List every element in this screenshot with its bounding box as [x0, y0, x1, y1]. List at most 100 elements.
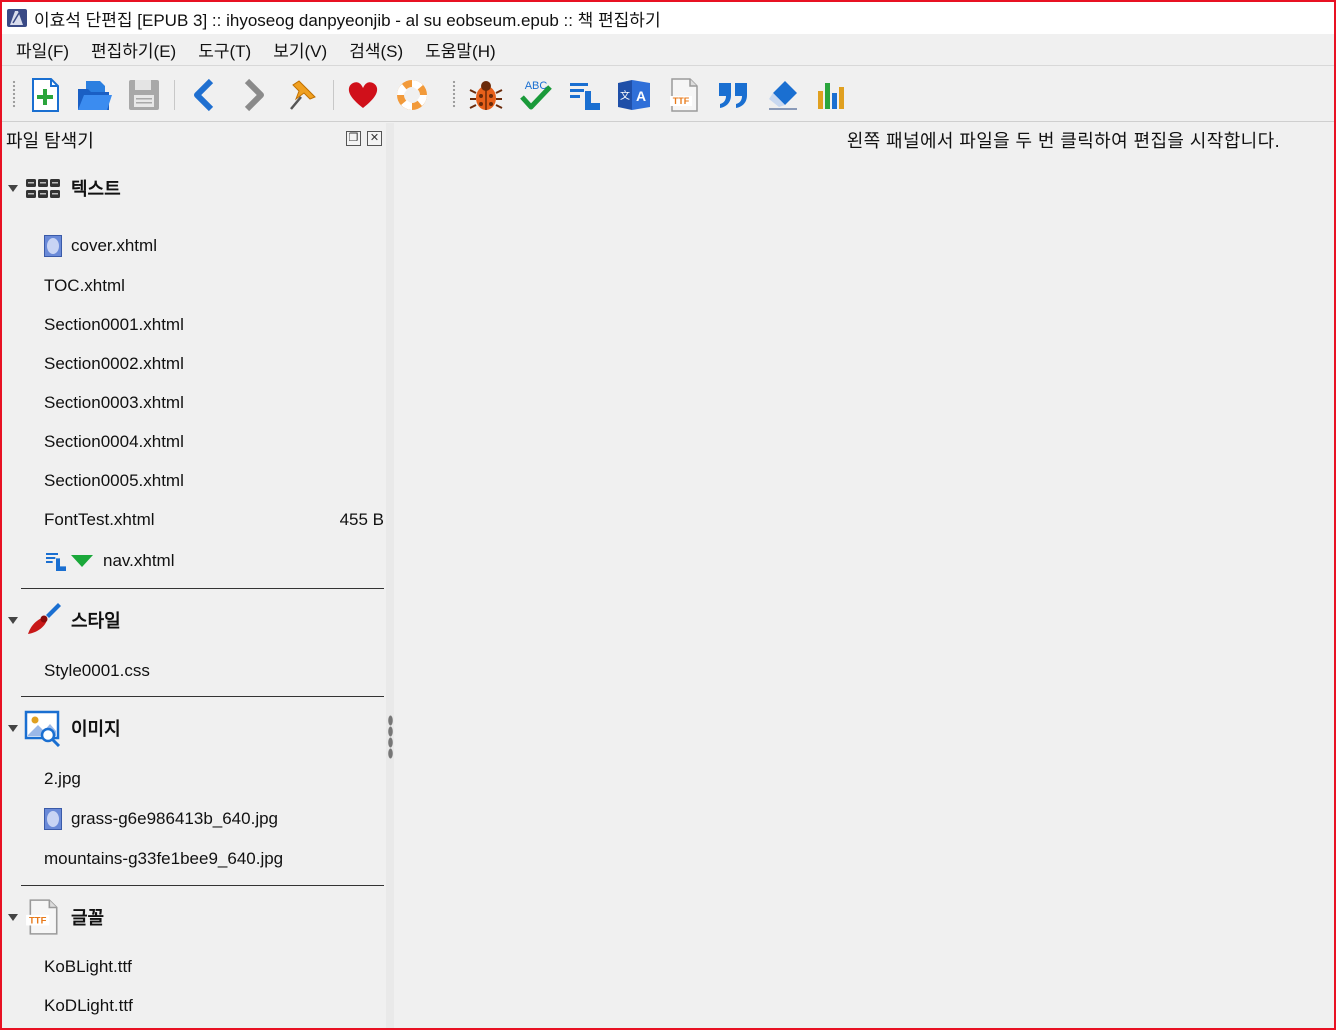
translate-button[interactable]: 文 A	[615, 76, 653, 114]
editor-area: 왼쪽 패널에서 파일을 두 번 클릭하여 편집을 시작합니다.	[394, 123, 1334, 1028]
file-name: Section0001.xhtml	[44, 315, 184, 334]
close-icon: ✕	[369, 132, 380, 144]
toolbar: ABC 文 A TTF	[2, 66, 1334, 122]
file-name: grass-g6e986413b_640.jpg	[71, 809, 279, 828]
cover-image-icon	[44, 808, 62, 830]
file-item[interactable]: grass-g6e986413b_640.jpg	[2, 803, 386, 835]
open-button[interactable]	[75, 76, 113, 114]
bug-icon	[469, 81, 503, 110]
file-item[interactable]: Section0001.xhtml	[2, 309, 386, 341]
lifebuoy-icon	[397, 80, 427, 110]
file-item[interactable]: Section0004.xhtml	[2, 426, 386, 458]
menu-edit[interactable]: 편집하기(E)	[91, 37, 176, 62]
file-item[interactable]: Section0002.xhtml	[2, 348, 386, 380]
clear-button[interactable]	[764, 76, 802, 114]
toolbar-grip[interactable]	[452, 80, 456, 108]
help-button[interactable]	[393, 76, 431, 114]
green-arrow-icon	[71, 555, 93, 567]
forward-arrow-icon	[244, 78, 264, 112]
file-item[interactable]: Section0005.xhtml	[2, 465, 386, 497]
menu-tools[interactable]: 도구(T)	[198, 37, 251, 62]
toc-icon	[570, 83, 600, 110]
file-name: Section0004.xhtml	[44, 432, 184, 451]
menu-view[interactable]: 보기(V)	[273, 37, 327, 62]
restore-icon: ❐	[348, 132, 359, 144]
save-icon	[129, 80, 159, 110]
file-name: nav.xhtml	[103, 551, 175, 570]
float-panel-button[interactable]: ❐	[346, 131, 361, 146]
menu-search[interactable]: 검색(S)	[349, 37, 403, 62]
file-item[interactable]: mountains-g33fe1bee9_640.jpg	[2, 843, 386, 875]
toolbar-grip[interactable]	[12, 80, 16, 108]
file-item[interactable]: KoDLight.ttf	[2, 990, 386, 1022]
group-label: 글꼴	[71, 908, 105, 928]
close-panel-button[interactable]: ✕	[367, 131, 382, 146]
group-fonts[interactable]: TTF 글꼴	[2, 897, 386, 937]
reports-chart-icon	[818, 83, 844, 109]
donate-button[interactable]	[344, 76, 382, 114]
cover-image-icon	[44, 235, 62, 257]
file-name: TOC.xhtml	[44, 276, 125, 295]
file-item[interactable]: 2.jpg	[2, 763, 386, 795]
file-name: Section0005.xhtml	[44, 471, 184, 490]
file-item[interactable]: cover.xhtml	[2, 230, 386, 262]
file-name: KoDLight.ttf	[44, 996, 133, 1015]
file-name: Section0003.xhtml	[44, 393, 184, 412]
menu-help[interactable]: 도움말(H)	[425, 37, 496, 62]
font-button[interactable]: TTF	[665, 76, 703, 114]
file-name: Style0001.css	[44, 661, 150, 680]
toc-button[interactable]	[566, 76, 604, 114]
group-divider	[21, 885, 384, 886]
spellcheck-icon: ABC	[520, 80, 552, 110]
svg-text:TTF: TTF	[29, 915, 47, 926]
app-window: 이효석 단편집 [EPUB 3] :: ihyoseog danpyeonjib…	[0, 0, 1336, 1030]
file-item[interactable]: KoBLight.ttf	[2, 951, 386, 983]
reports-button[interactable]	[813, 76, 851, 114]
group-label: 이미지	[71, 719, 121, 739]
toc-icon	[46, 553, 66, 571]
group-text[interactable]: 텍스트	[2, 168, 386, 208]
open-folder-icon	[78, 81, 112, 110]
file-item[interactable]: Section0003.xhtml	[2, 387, 386, 419]
file-item[interactable]: Style0001.css	[2, 655, 386, 687]
quote-button[interactable]	[714, 76, 752, 114]
pin-button[interactable]	[284, 76, 322, 114]
file-item[interactable]: TOC.xhtml	[2, 270, 386, 302]
expand-arrow-icon[interactable]	[8, 616, 18, 624]
app-logo-icon	[7, 9, 27, 27]
svg-text:A: A	[636, 88, 646, 104]
paintbrush-icon	[28, 603, 61, 634]
group-label: 텍스트	[71, 179, 121, 199]
file-name: 2.jpg	[44, 769, 81, 788]
file-size: 455 B	[339, 510, 384, 529]
new-file-button[interactable]	[26, 76, 64, 114]
file-item[interactable]: FontTest.xhtml 455 B	[2, 504, 386, 536]
text-group-icon	[26, 179, 60, 198]
ttf-font-icon: TTF	[670, 78, 698, 112]
back-button[interactable]	[186, 76, 224, 114]
window-title: 이효석 단편집 [EPUB 3] :: ihyoseog danpyeonjib…	[34, 10, 661, 30]
group-styles[interactable]: 스타일	[2, 600, 386, 640]
back-arrow-icon	[194, 78, 214, 112]
splitter-handle[interactable]	[388, 715, 393, 759]
pin-icon	[290, 80, 316, 110]
save-button[interactable]	[125, 76, 163, 114]
file-name: cover.xhtml	[71, 236, 157, 255]
menu-bar: 파일(F) 편집하기(E) 도구(T) 보기(V) 검색(S) 도움말(H)	[2, 34, 1334, 66]
menu-file[interactable]: 파일(F)	[16, 37, 69, 62]
expand-arrow-icon[interactable]	[8, 184, 18, 192]
toolbar-separator	[174, 80, 175, 110]
new-file-icon	[32, 78, 59, 112]
file-item[interactable]: nav.xhtml	[2, 545, 386, 577]
expand-arrow-icon[interactable]	[8, 913, 18, 921]
file-name: FontTest.xhtml	[44, 510, 155, 529]
epubcheck-button[interactable]	[467, 76, 505, 114]
forward-button[interactable]	[234, 76, 272, 114]
spellcheck-button[interactable]: ABC	[517, 76, 555, 114]
file-name: mountains-g33fe1bee9_640.jpg	[44, 849, 284, 868]
panel-splitter[interactable]	[386, 123, 394, 1028]
expand-arrow-icon[interactable]	[8, 724, 18, 732]
toolbar-separator	[333, 80, 334, 110]
group-images[interactable]: 이미지	[2, 708, 386, 748]
editor-hint: 왼쪽 패널에서 파일을 두 번 클릭하여 편집을 시작합니다.	[846, 131, 1280, 151]
